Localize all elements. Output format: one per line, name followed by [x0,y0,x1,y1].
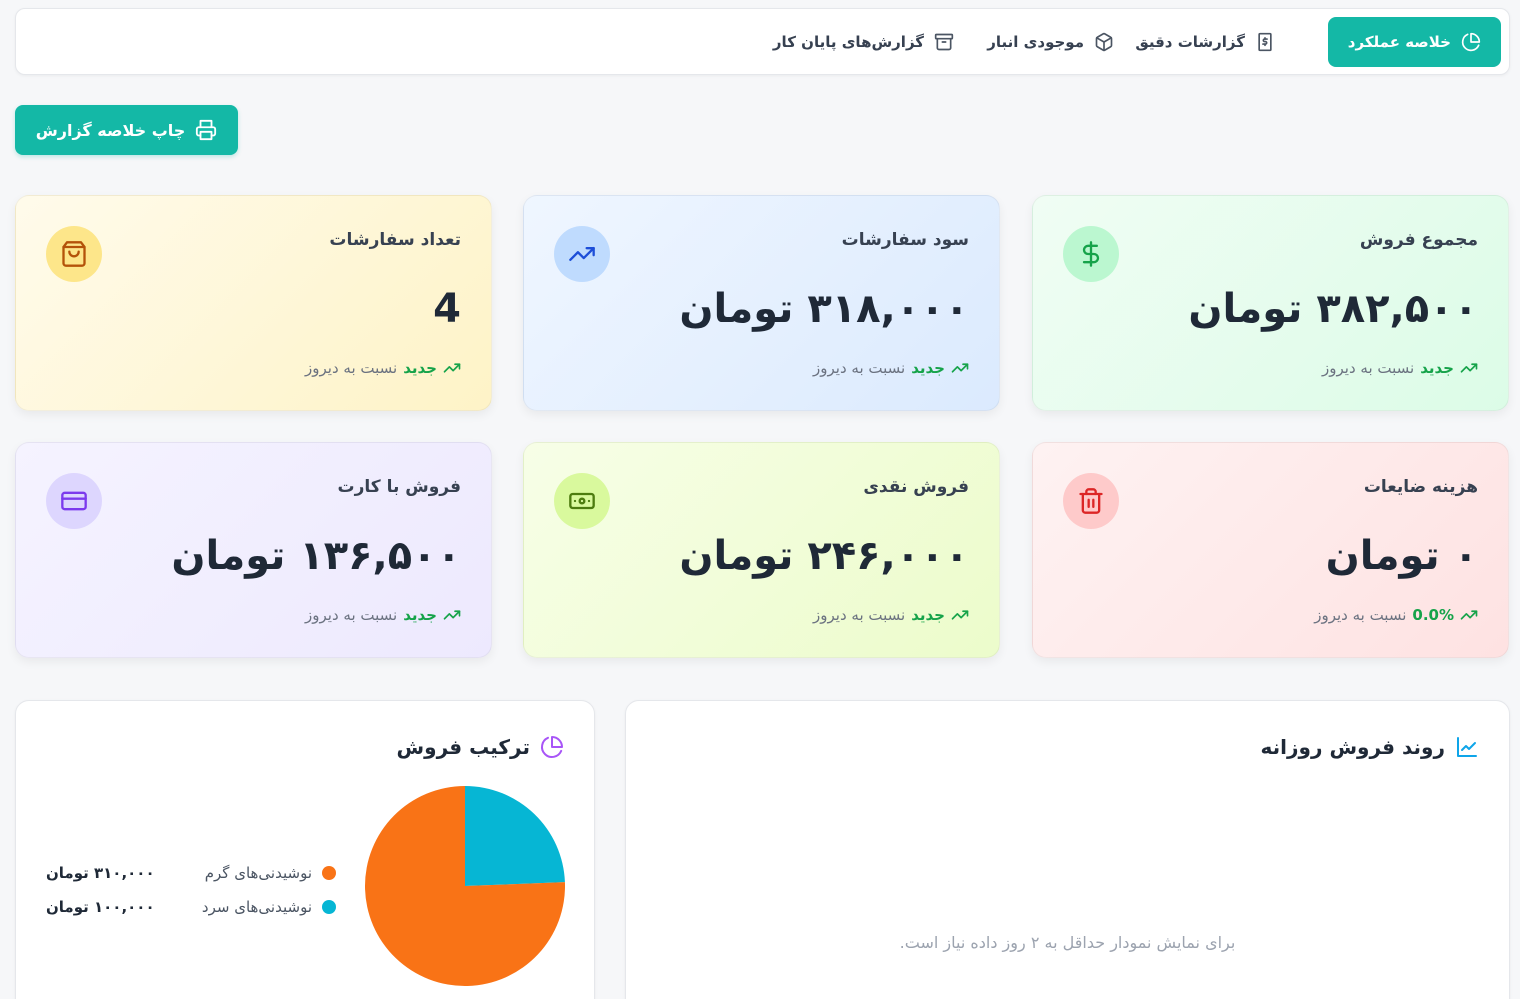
package-icon [1094,32,1114,52]
stat-change: جدید [911,359,945,377]
legend-category: نوشیدنی‌های گرم [204,864,312,882]
dollar-icon [1077,240,1105,268]
trend-up-icon [1460,359,1478,377]
tab-label: گزارشات دقیق [1135,33,1245,51]
stat-change: جدید [403,606,437,624]
stat-icon-circle [46,226,102,282]
stat-comparison: جدید نسبت به دیروز [813,606,969,624]
printer-icon [195,119,217,141]
sales-mix-panel: ترکیب فروش نوشیدنی‌های گرم ۳۱۰,۰۰۰ تومان… [15,700,595,999]
stat-comparison: جدید نسبت به دیروز [305,359,461,377]
legend-label: نوشیدنی‌های سرد [202,898,336,916]
stat-change-suffix: نسبت به دیروز [813,606,906,624]
tab-performance-summary[interactable]: خلاصه عملکرد [1327,17,1501,67]
pie-chart-icon [1461,32,1481,52]
stat-change-suffix: نسبت به دیروز [305,359,398,377]
stat-comparison: جدید نسبت به دیروز [1322,359,1478,377]
panel-title: روند فروش روزانه [1261,735,1479,759]
stat-value: ۱۳۶,۵۰۰ تومان [171,533,461,579]
trend-up-icon [951,606,969,624]
stat-icon-circle [1063,226,1119,282]
tab-end-of-shift-reports[interactable]: گزارش‌های پایان کار [773,17,954,67]
stat-change: 0.0% [1412,606,1454,624]
banknote-icon [568,487,596,515]
shopping-bag-icon [60,240,88,268]
credit-card-icon [60,487,88,515]
legend-value: ۱۰۰,۰۰۰ تومان [46,898,155,916]
legend-label: نوشیدنی‌های گرم [205,864,336,882]
stat-value: ۲۴۶,۰۰۰ تومان [679,533,969,579]
stat-icon-circle [554,473,610,529]
stat-change-suffix: نسبت به دیروز [1322,359,1415,377]
tab-label: خلاصه عملکرد [1347,33,1451,51]
legend-item: نوشیدنی‌های سرد ۱۰۰,۰۰۰ تومان [46,890,336,924]
panel-title-text: ترکیب فروش [396,735,530,759]
trend-up-icon [443,606,461,624]
legend-swatch [322,900,336,914]
print-summary-button[interactable]: چاپ خلاصه گزارش [15,105,238,155]
tab-label: گزارش‌های پایان کار [772,33,924,51]
stat-title: مجموع فروش [1359,230,1478,250]
stat-card-order-count: تعداد سفارشات 4 جدید نسبت به دیروز [15,195,492,411]
trend-up-icon [1460,606,1478,624]
stat-comparison: جدید نسبت به دیروز [305,606,461,624]
daily-sales-trend-panel: روند فروش روزانه برای نمایش نمودار حداقل… [625,700,1510,999]
stat-card-cash-sales: فروش نقدی ۲۴۶,۰۰۰ تومان جدید نسبت به دیر… [523,442,1000,658]
stat-change: جدید [403,359,437,377]
legend-category: نوشیدنی‌های سرد [201,898,312,916]
legend-item: نوشیدنی‌های گرم ۳۱۰,۰۰۰ تومان [46,856,336,890]
stat-title: هزینه ضایعات [1363,477,1478,497]
tab-detailed-reports[interactable]: گزارشات دقیق [1135,17,1275,67]
stat-comparison: 0.0% نسبت به دیروز [1314,606,1478,624]
legend-value: ۳۱۰,۰۰۰ تومان [46,864,155,882]
stat-icon-circle [554,226,610,282]
print-button-label: چاپ خلاصه گزارش [35,120,186,140]
legend-swatch [322,866,336,880]
stat-value: ۰ تومان [1325,533,1478,579]
stat-title: سود سفارشات [841,230,969,250]
trend-up-icon [951,359,969,377]
archive-icon [934,32,954,52]
tab-inventory[interactable]: موجودی انبار [987,17,1114,67]
stat-icon-circle [46,473,102,529]
stat-change: جدید [1420,359,1454,377]
trending-up-icon [568,240,596,268]
stat-comparison: جدید نسبت به دیروز [813,359,969,377]
stat-card-order-profit: سود سفارشات ۳۱۸,۰۰۰ تومان جدید نسبت به د… [523,195,1000,411]
pie-legend: نوشیدنی‌های گرم ۳۱۰,۰۰۰ تومان نوشیدنی‌ها… [46,856,336,924]
stat-change-suffix: نسبت به دیروز [813,359,906,377]
stat-value: ۳۱۸,۰۰۰ تومان [679,286,969,332]
receipt-icon [1255,32,1275,52]
stat-title: فروش نقدی [863,477,969,497]
trash-icon [1077,487,1105,515]
panel-title-text: روند فروش روزانه [1260,735,1445,759]
tab-label: موجودی انبار [987,33,1084,51]
stat-card-waste-cost: هزینه ضایعات ۰ تومان 0.0% نسبت به دیروز [1032,442,1509,658]
empty-chart-message: برای نمایش نمودار حداقل به ۲ روز داده نی… [899,933,1236,952]
stat-icon-circle [1063,473,1119,529]
stat-title: تعداد سفارشات [329,230,461,250]
top-nav: خلاصه عملکرد گزارشات دقیق موجودی انبار گ… [15,8,1510,75]
trend-up-icon [443,359,461,377]
stat-card-total-sales: مجموع فروش ۳۸۲,۵۰۰ تومان جدید نسبت به دی… [1032,195,1509,411]
stat-change-suffix: نسبت به دیروز [305,606,398,624]
sales-mix-pie-chart [365,786,565,986]
stat-title: فروش با کارت [337,477,461,497]
stat-change: جدید [911,606,945,624]
pie-chart-icon [540,735,564,759]
pie-slice-cold-drinks [465,786,565,886]
line-chart-icon [1455,735,1479,759]
stat-value: ۳۸۲,۵۰۰ تومان [1188,286,1478,332]
stat-value: 4 [433,286,461,332]
panel-title: ترکیب فروش [397,735,564,759]
stat-change-suffix: نسبت به دیروز [1314,606,1407,624]
stat-card-card-sales: فروش با کارت ۱۳۶,۵۰۰ تومان جدید نسبت به … [15,442,492,658]
